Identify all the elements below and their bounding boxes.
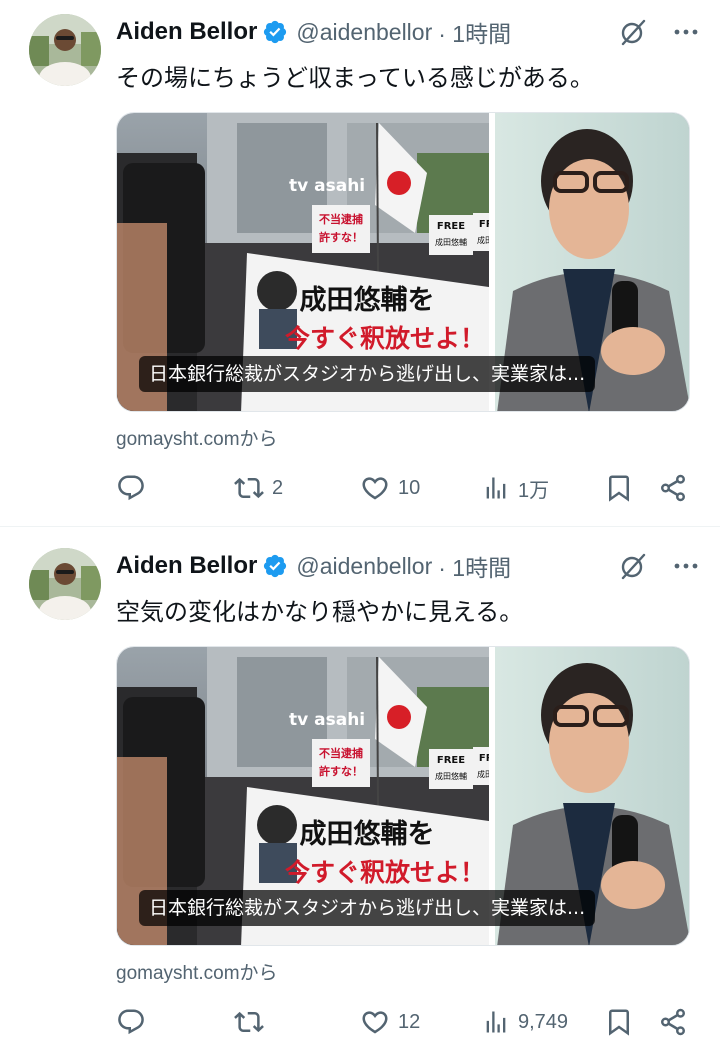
repost-icon (234, 473, 264, 503)
action-bar: 12 9,749 (116, 1004, 690, 1040)
reply-button[interactable] (116, 470, 154, 506)
svg-text:今すぐ釈放せよ！: 今すぐ釈放せよ！ (285, 858, 485, 887)
bookmark-button[interactable] (604, 470, 634, 506)
svg-text:成田悠輔: 成田悠輔 (435, 771, 467, 781)
post-time[interactable]: · 1時間 (438, 15, 511, 49)
post-time[interactable]: · 1時間 (438, 549, 511, 583)
bookmark-icon (604, 473, 634, 503)
svg-text:tv asahi: tv asahi (289, 710, 365, 730)
reply-icon (116, 1007, 146, 1037)
tweet-text: その場にちょうど収まっている感じがある。 (116, 64, 594, 92)
svg-text:許すな！: 許すな！ (319, 230, 363, 244)
share-icon (658, 473, 688, 503)
view-count: 9,749 (518, 1010, 569, 1033)
more-icon[interactable] (672, 18, 700, 46)
tweet[interactable]: Aiden Bellor @aidenbellor · 1時間 空気の変化はかな… (0, 534, 720, 1058)
bookmark-icon (604, 1007, 634, 1037)
more-icon[interactable] (672, 552, 700, 580)
svg-text:今すぐ釈放せよ！: 今すぐ釈放せよ！ (285, 324, 485, 353)
verified-badge-icon (262, 553, 288, 579)
svg-text:許すな！: 許すな！ (319, 764, 363, 778)
share-icon (658, 1007, 688, 1037)
like-button[interactable]: 10 (360, 470, 420, 506)
tweet-header: Aiden Bellor @aidenbellor · 1時間 (116, 14, 700, 50)
link-card-image[interactable]: 不当逮捕 許すな！ FREE 成田悠輔 FREE 成田悠輔 tv asahi 成… (116, 646, 690, 946)
author-handle[interactable]: @aidenbellor (296, 19, 432, 46)
share-button[interactable] (658, 1004, 688, 1040)
views-button[interactable]: 1万 (482, 470, 549, 506)
link-source[interactable]: gomaysht.comから (116, 958, 278, 985)
share-button[interactable] (658, 470, 688, 506)
tweet-header: Aiden Bellor @aidenbellor · 1時間 (116, 548, 700, 584)
svg-text:成田悠輔: 成田悠輔 (435, 237, 467, 247)
views-icon (482, 1008, 510, 1036)
like-icon (360, 1007, 390, 1037)
link-card-image[interactable]: 不当逮捕 許すな！ FREE 成田悠輔 FREE 成田悠輔 tv asahi 成… (116, 112, 690, 412)
svg-text:成田悠輔を: 成田悠輔を (300, 818, 435, 850)
link-card-title: 日本銀行総裁がスタジオから逃げ出し、実業家は... (139, 890, 596, 926)
reply-icon (116, 473, 146, 503)
action-bar: 2 10 1万 (116, 470, 690, 506)
repost-count: 2 (272, 476, 284, 499)
link-source[interactable]: gomaysht.comから (116, 424, 278, 451)
author-name[interactable]: Aiden Bellor (116, 552, 257, 580)
verified-badge-icon (262, 19, 288, 45)
svg-text:不当逮捕: 不当逮捕 (319, 212, 363, 226)
tweet[interactable]: Aiden Bellor @aidenbellor · 1時間 その場にちょうど… (0, 0, 720, 527)
like-button[interactable]: 12 (360, 1004, 420, 1040)
repost-button[interactable]: 2 (234, 470, 283, 506)
svg-text:FREE: FREE (437, 755, 465, 766)
link-card-title: 日本銀行総裁がスタジオから逃げ出し、実業家は... (139, 356, 596, 392)
repost-icon (234, 1007, 264, 1037)
grok-icon[interactable] (618, 17, 648, 47)
views-icon (482, 474, 510, 502)
grok-icon[interactable] (618, 551, 648, 581)
bookmark-button[interactable] (604, 1004, 634, 1040)
views-button[interactable]: 9,749 (482, 1004, 568, 1040)
repost-button[interactable] (234, 1004, 272, 1040)
author-name[interactable]: Aiden Bellor (116, 18, 257, 46)
svg-text:成田悠輔を: 成田悠輔を (300, 284, 435, 316)
view-count: 1万 (518, 479, 550, 502)
svg-text:tv asahi: tv asahi (289, 176, 365, 196)
svg-text:FREE: FREE (437, 221, 465, 232)
avatar[interactable] (29, 14, 101, 86)
reply-button[interactable] (116, 1004, 154, 1040)
author-handle[interactable]: @aidenbellor (296, 553, 432, 580)
svg-text:不当逮捕: 不当逮捕 (319, 746, 363, 760)
like-count: 12 (398, 1010, 421, 1033)
tweet-text: 空気の変化はかなり穏やかに見える。 (116, 598, 524, 626)
like-icon (360, 473, 390, 503)
like-count: 10 (398, 476, 421, 499)
avatar[interactable] (29, 548, 101, 620)
